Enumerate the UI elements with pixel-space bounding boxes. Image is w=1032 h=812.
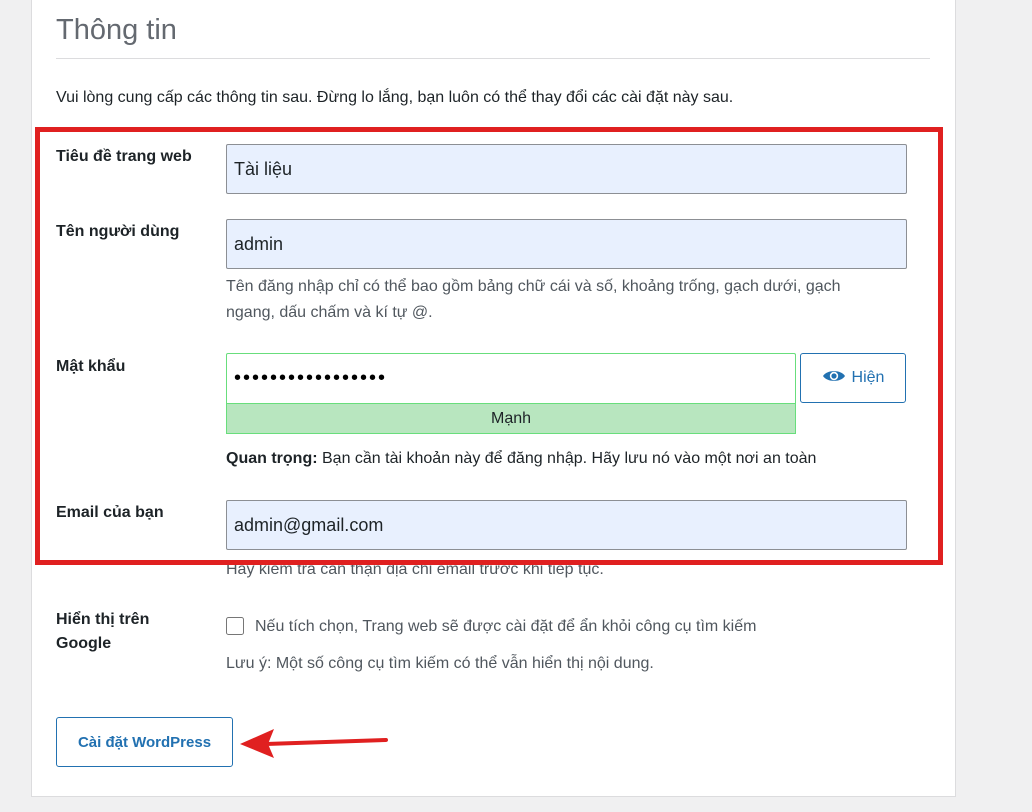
intro-text: Vui lòng cung cấp các thông tin sau. Đừn… <box>56 89 734 106</box>
discourage-search-label: Nếu tích chọn, Trang web sẽ được cài đặt… <box>255 618 757 635</box>
username-input[interactable] <box>226 219 907 269</box>
password-strength-meter: Mạnh <box>226 403 796 434</box>
username-label: Tên người dùng <box>56 223 180 240</box>
password-note-emphasis: Quan trọng: <box>226 450 318 467</box>
heading-divider <box>56 58 930 59</box>
search-visibility-note: Lưu ý: Một số công cụ tìm kiếm có thể vẫ… <box>226 655 654 672</box>
show-password-button[interactable]: Hiện <box>800 353 906 403</box>
discourage-search-checkbox[interactable] <box>226 617 244 635</box>
annotation-arrow-icon <box>240 729 388 758</box>
eye-icon <box>822 368 846 389</box>
search-visibility-label: Hiển thị trên Google <box>56 611 150 652</box>
page-title: Thông tin <box>56 14 177 46</box>
show-password-label: Hiện <box>851 369 885 386</box>
username-help-line-1: Tên đăng nhập chỉ có thể bao gồm bảng ch… <box>226 278 841 295</box>
email-help: Hãy kiểm tra cẩn thận địa chỉ email trướ… <box>226 561 604 578</box>
site-title-input[interactable] <box>226 144 907 194</box>
email-input[interactable] <box>226 500 907 550</box>
password-note: Quan trọng: Bạn cần tài khoản này để đăn… <box>226 446 816 472</box>
site-title-label: Tiêu đề trang web <box>56 148 192 165</box>
password-note-text: Bạn cần tài khoản này để đăng nhập. Hãy … <box>317 450 817 467</box>
email-label: Email của bạn <box>56 504 164 521</box>
password-label: Mật khẩu <box>56 358 126 375</box>
install-wordpress-button[interactable]: Cài đặt WordPress <box>56 717 233 767</box>
username-help-line-2: ngang, dấu chấm và kí tự @. <box>226 304 433 321</box>
password-input[interactable] <box>226 353 796 403</box>
